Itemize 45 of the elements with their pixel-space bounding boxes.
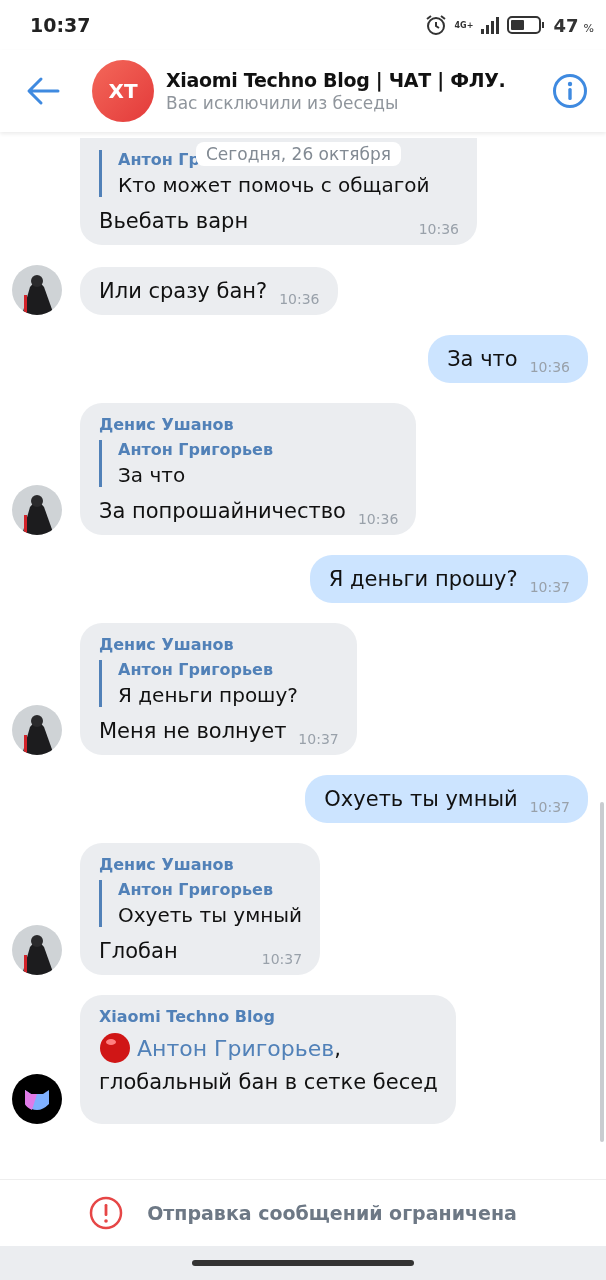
mention-comma: , bbox=[334, 1036, 341, 1061]
restriction-notice: Отправка сообщений ограничена bbox=[147, 1202, 517, 1224]
message-time: 10:37 bbox=[298, 731, 339, 747]
sender-name: Денис Ушанов bbox=[99, 855, 235, 874]
message-text: За попрошайничество bbox=[99, 499, 346, 523]
message-time: 10:36 bbox=[357, 511, 399, 527]
message-time: 10:36 bbox=[279, 291, 320, 307]
chat-title: Xiaomi Techno Blog | ЧАТ | ФЛУ. bbox=[166, 69, 507, 91]
message-text: Я деньги прошу? bbox=[328, 567, 518, 591]
reply-author: Антон Григорьев bbox=[118, 880, 274, 899]
warning-icon bbox=[89, 1196, 124, 1230]
alarm-icon bbox=[424, 14, 447, 36]
message-time: 10:37 bbox=[261, 951, 303, 967]
back-icon[interactable] bbox=[26, 76, 60, 106]
message-text: Глобан bbox=[99, 939, 178, 963]
network-label: 4G+ bbox=[454, 20, 474, 30]
sender-name: Денис Ушанов bbox=[99, 635, 235, 654]
info-icon[interactable] bbox=[552, 73, 588, 109]
message-time: 10:37 bbox=[529, 579, 570, 595]
message-text: За что bbox=[447, 347, 518, 371]
message-text: Вьебать варн bbox=[99, 209, 249, 233]
battery-percent: 47 bbox=[553, 14, 579, 36]
message-time: 10:36 bbox=[529, 359, 570, 375]
user-mention-link[interactable]: Антон Григорьев bbox=[137, 1035, 335, 1061]
clock: 10:37 bbox=[30, 14, 91, 36]
chat-avatar: XT bbox=[92, 60, 154, 122]
reply-author: Антон Григорьев bbox=[118, 660, 274, 679]
message-time: 10:36 bbox=[418, 221, 459, 237]
percent-sign: % bbox=[583, 21, 594, 35]
message-text: глобальный бан в сетке бесед bbox=[99, 1070, 438, 1094]
message-time: 10:37 bbox=[529, 799, 570, 815]
message-text: Меня не волнует bbox=[99, 719, 287, 743]
message-text: Охуеть ты умный bbox=[324, 787, 518, 811]
reply-author: Антон Григорьев bbox=[118, 440, 274, 459]
message-text: Или сразу бан? bbox=[99, 279, 268, 303]
circle-emoji-icon bbox=[99, 1032, 131, 1064]
reply-text: Я деньги прошу? bbox=[118, 683, 299, 707]
signal-icon bbox=[481, 16, 500, 34]
reply-text: За что bbox=[118, 463, 187, 487]
battery-icon bbox=[507, 15, 546, 35]
sender-name: Денис Ушанов bbox=[99, 415, 235, 434]
chat-subtitle: Вас исключили из беседы bbox=[166, 93, 400, 113]
reply-text: Кто может помочь с общагой bbox=[118, 173, 431, 197]
sender-name: Xiaomi Techno Blog bbox=[99, 1007, 276, 1026]
reply-text: Охуеть ты умный bbox=[118, 903, 303, 927]
